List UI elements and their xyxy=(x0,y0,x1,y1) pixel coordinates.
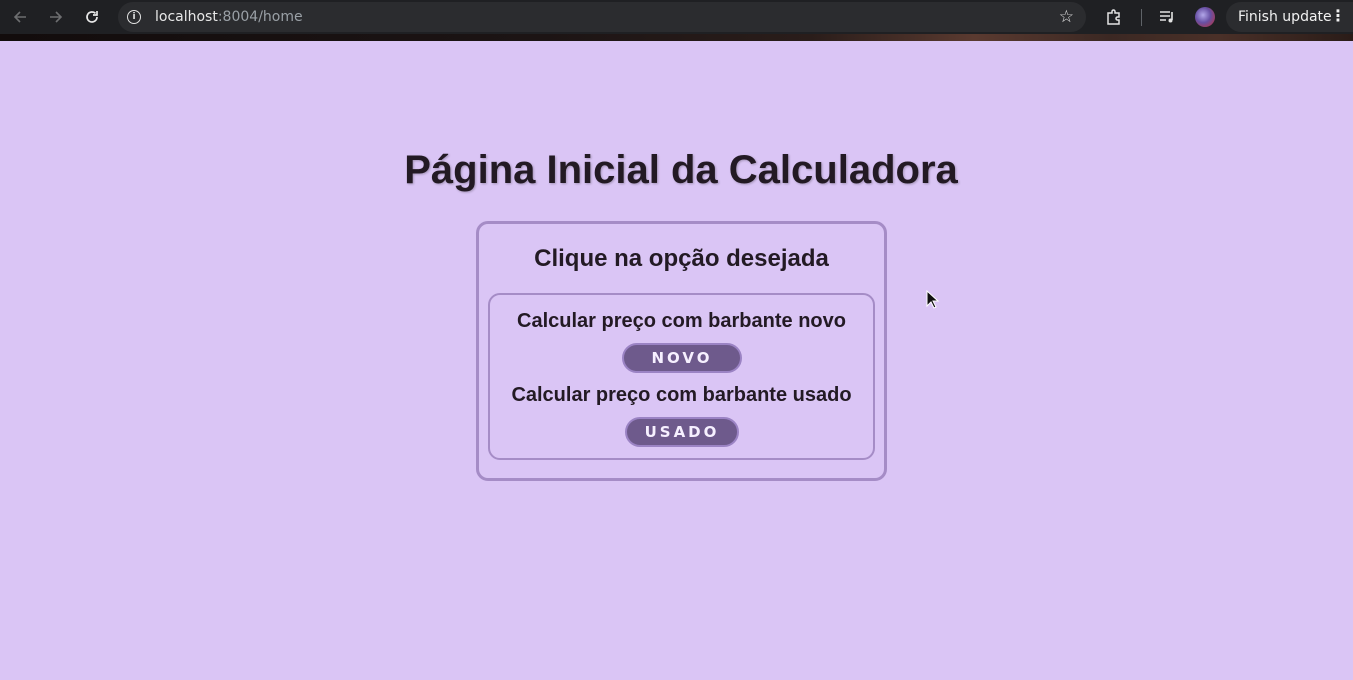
forward-arrow-icon[interactable] xyxy=(44,5,68,29)
option-label-usado: Calcular preço com barbante usado xyxy=(511,384,852,406)
reload-icon[interactable] xyxy=(80,5,104,29)
url-text[interactable]: localhost:8004/home xyxy=(155,9,303,25)
url-path: :8004/home xyxy=(217,9,303,25)
kebab-menu-icon[interactable]: ⋮ xyxy=(1330,8,1346,24)
option-label-novo: Calcular preço com barbante novo xyxy=(517,310,846,332)
finish-update-label: Finish update xyxy=(1238,9,1332,25)
extensions-icon[interactable] xyxy=(1103,6,1125,28)
address-bar[interactable]: i localhost:8004/home ☆ xyxy=(118,2,1086,32)
finish-update-button[interactable]: Finish update ⋮ xyxy=(1226,2,1353,32)
back-arrow-icon[interactable] xyxy=(8,5,32,29)
mouse-cursor-icon xyxy=(926,289,940,315)
toolbar-divider xyxy=(1141,9,1142,26)
profile-avatar[interactable] xyxy=(1195,7,1215,27)
options-subtitle: Clique na opção desejada xyxy=(534,245,829,272)
usado-button[interactable]: USADO xyxy=(625,417,739,447)
options-list: Calcular preço com barbante novo NOVO Ca… xyxy=(488,293,875,460)
url-host: localhost xyxy=(155,9,218,25)
star-icon[interactable]: ☆ xyxy=(1059,7,1074,27)
options-card: Clique na opção desejada Calcular preço … xyxy=(476,221,887,481)
media-icon[interactable] xyxy=(1156,6,1178,28)
browser-toolbar: i localhost:8004/home ☆ Finish update ⋮ xyxy=(0,0,1353,34)
novo-button[interactable]: NOVO xyxy=(622,343,742,373)
info-icon[interactable]: i xyxy=(127,10,141,24)
page-title: Página Inicial da Calculadora xyxy=(404,148,958,192)
browser-theme-strip xyxy=(0,34,1353,41)
